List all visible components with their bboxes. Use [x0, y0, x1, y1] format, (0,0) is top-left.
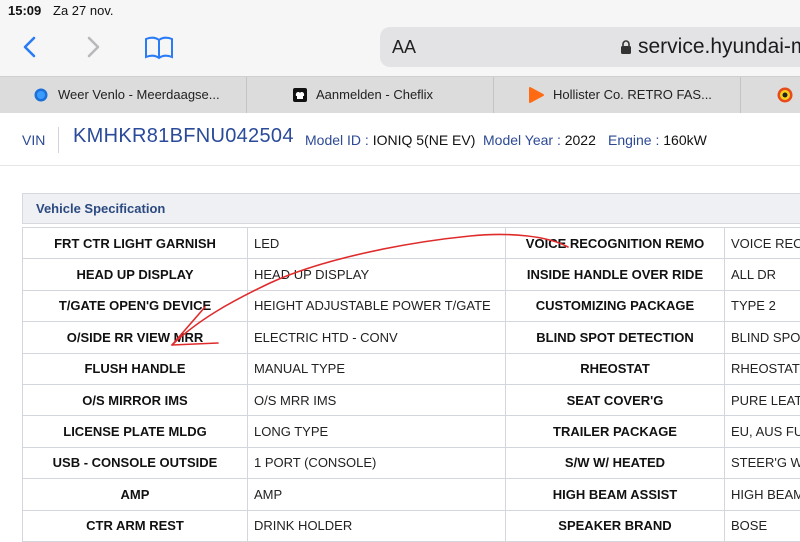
status-date: Za 27 nov. [53, 3, 113, 18]
status-bar: 15:09 Za 27 nov. [0, 0, 800, 22]
section-header: Vehicle Specification [22, 193, 800, 224]
chef-hat-favicon-icon [293, 88, 307, 102]
spec-key: VOICE RECOGNITION REMO [506, 228, 725, 259]
table-row: HEAD UP DISPLAY HEAD UP DISPLAY INSIDE H… [23, 259, 800, 290]
spec-value: LONG TYPE [248, 416, 506, 447]
spec-value: LED [248, 228, 506, 259]
spec-key: TRAILER PACKAGE [506, 416, 725, 447]
spec-key: AMP [23, 479, 248, 510]
chevron-left-icon [15, 32, 45, 62]
engine-label: Engine : [608, 132, 659, 148]
spec-key: BLIND SPOT DETECTION [506, 322, 725, 353]
address-bar[interactable]: AA service.hyundai-mo [380, 27, 800, 67]
text-size-button[interactable]: AA [392, 37, 416, 58]
spec-value: HEAD UP DISPLAY [248, 259, 506, 290]
table-row: LICENSE PLATE MLDG LONG TYPE TRAILER PAC… [23, 416, 800, 447]
model-id-value: IONIQ 5(NE EV) [373, 132, 476, 148]
spec-key: FLUSH HANDLE [23, 353, 248, 384]
spec-key: FRT CTR LIGHT GARNISH [23, 228, 248, 259]
spec-value: HEIGHT ADJUSTABLE POWER T/GATE [248, 290, 506, 321]
spec-table: FRT CTR LIGHT GARNISH LED VOICE RECOGNIT… [22, 227, 800, 542]
model-id: Model ID : IONIQ 5(NE EV) [305, 132, 475, 148]
spec-key: HEAD UP DISPLAY [23, 259, 248, 290]
table-row: O/S MIRROR IMS O/S MRR IMS SEAT COVER'G … [23, 384, 800, 415]
model-year-label: Model Year : [483, 132, 561, 148]
spec-value: O/S MRR IMS [248, 384, 506, 415]
spec-value: 1 PORT (CONSOLE) [248, 447, 506, 478]
chevron-right-icon [78, 32, 108, 62]
model-id-label: Model ID : [305, 132, 369, 148]
back-button[interactable] [15, 32, 45, 62]
spec-key: INSIDE HANDLE OVER RIDE [506, 259, 725, 290]
vehicle-info-bar: VIN KMHKR81BFNU042504 Model ID : IONIQ 5… [0, 113, 800, 166]
table-row: O/SIDE RR VIEW MRR ELECTRIC HTD - CONV B… [23, 322, 800, 353]
spec-key: O/SIDE RR VIEW MRR [23, 322, 248, 353]
spec-key: LICENSE PLATE MLDG [23, 416, 248, 447]
spec-value: TYPE 2 [725, 290, 800, 321]
url-text: service.hyundai-mo [638, 35, 800, 59]
model-year-value: 2022 [565, 132, 596, 148]
tab-weer-venlo[interactable]: Weer Venlo - Meerdaagse... [0, 77, 247, 113]
spec-value: AMP [248, 479, 506, 510]
spec-key: RHEOSTAT [506, 353, 725, 384]
table-row: AMP AMP HIGH BEAM ASSIST HIGH BEAM [23, 479, 800, 510]
spec-value: VOICE REC [725, 228, 800, 259]
tab-label: Aanmelden - Cheflix [316, 87, 486, 102]
table-row: FLUSH HANDLE MANUAL TYPE RHEOSTAT RHEOST… [23, 353, 800, 384]
spec-key: HIGH BEAM ASSIST [506, 479, 725, 510]
spec-key: USB - CONSOLE OUTSIDE [23, 447, 248, 478]
tab-label: Hollister Co. RETRO FAS... [553, 87, 723, 102]
status-time: 15:09 [8, 3, 41, 18]
table-row: USB - CONSOLE OUTSIDE 1 PORT (CONSOLE) S… [23, 447, 800, 478]
tab-cheflix[interactable]: Aanmelden - Cheflix [247, 77, 494, 113]
section-title: Vehicle Specification [36, 201, 165, 216]
spec-key: SEAT COVER'G [506, 384, 725, 415]
spec-value: BLIND SPO [725, 322, 800, 353]
spec-value: STEER'G W [725, 447, 800, 478]
tab-partial[interactable] [741, 77, 800, 113]
bookmarks-button[interactable] [143, 32, 175, 62]
lock-icon [620, 40, 632, 55]
spec-value: ALL DR [725, 259, 800, 290]
vin-label: VIN [22, 132, 45, 148]
model-year: Model Year : 2022 [483, 132, 596, 148]
tab-hollister[interactable]: Hollister Co. RETRO FAS... [494, 77, 741, 113]
play-favicon-icon [527, 86, 545, 104]
tab-bar: Weer Venlo - Meerdaagse... Aanmelden - C… [0, 76, 800, 114]
browser-toolbar: AA service.hyundai-mo [0, 22, 800, 76]
book-icon [143, 32, 175, 62]
vin-value: KMHKR81BFNU042504 [73, 125, 294, 148]
forward-button[interactable] [78, 32, 108, 62]
spec-value: RHEOSTAT [725, 353, 800, 384]
spec-value: HIGH BEAM [725, 479, 800, 510]
tab-label: Weer Venlo - Meerdaagse... [58, 87, 240, 102]
spec-value: EU, AUS FU [725, 416, 800, 447]
spec-key: O/S MIRROR IMS [23, 384, 248, 415]
divider [58, 127, 59, 153]
weather-favicon-icon [34, 88, 48, 102]
engine-value: 160kW [663, 132, 707, 148]
table-row: T/GATE OPEN'G DEVICE HEIGHT ADJUSTABLE P… [23, 290, 800, 321]
spec-key: S/W W/ HEATED [506, 447, 725, 478]
spec-key: CUSTOMIZING PACKAGE [506, 290, 725, 321]
spec-key: T/GATE OPEN'G DEVICE [23, 290, 248, 321]
spec-value: PURE LEAT [725, 384, 800, 415]
spec-value: MANUAL TYPE [248, 353, 506, 384]
spec-value: ELECTRIC HTD - CONV [248, 322, 506, 353]
table-row: FRT CTR LIGHT GARNISH LED VOICE RECOGNIT… [23, 228, 800, 259]
engine: Engine : 160kW [608, 132, 707, 148]
site-favicon-icon [777, 87, 793, 103]
